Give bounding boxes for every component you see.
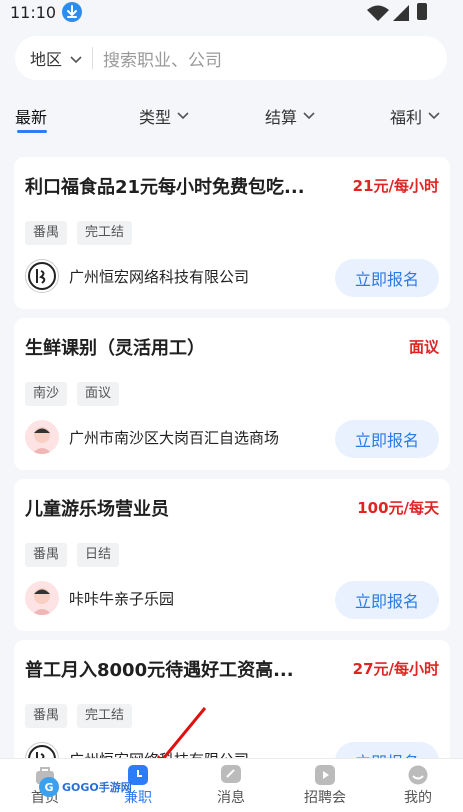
job-pay: 21元/每小时 (352, 177, 439, 195)
job-tag: 完工结 (77, 221, 133, 245)
face-icon (408, 765, 428, 785)
battery-icon (417, 3, 427, 20)
filter-tabs: 最新 类型 结算 福利 (0, 100, 463, 134)
watermark-text: GOGO手游网 (62, 781, 132, 794)
tab-latest[interactable]: 最新 (15, 104, 47, 128)
chevron-down-icon (303, 112, 315, 120)
company-avatar (25, 420, 59, 454)
tab-welfare[interactable]: 福利 (390, 104, 440, 128)
job-tag: 番禺 (25, 221, 68, 245)
download-icon (62, 2, 82, 22)
tab-type[interactable]: 类型 (139, 104, 189, 128)
play-icon (315, 765, 335, 785)
nav-jobfair[interactable]: 招聘会 (295, 765, 355, 807)
company-info: 广州恒宏网络科技有限公司 (25, 259, 249, 293)
nav-messages[interactable]: 消息 (201, 765, 261, 807)
job-title: 普工月入8000元待遇好工资高... (25, 660, 294, 681)
search-bar[interactable]: 地区 搜索职业、公司 (15, 36, 447, 80)
job-tag: 番禺 (25, 704, 68, 728)
apply-button[interactable]: 立即报名 (335, 581, 439, 619)
job-card[interactable]: 儿童游乐场营业员 100元/每天 番禺 日结 咔咔牛亲子乐园 立即报名 (14, 479, 450, 631)
tab-label: 结算 (265, 108, 298, 127)
search-divider (92, 47, 94, 69)
region-selector[interactable]: 地区 (30, 46, 62, 70)
search-input[interactable]: 搜索职业、公司 (103, 46, 222, 71)
company-info: 咔咔牛亲子乐园 (25, 581, 174, 615)
tab-label: 最新 (15, 108, 48, 127)
company-avatar (25, 581, 59, 615)
apply-button[interactable]: 立即报名 (335, 259, 439, 297)
job-pay: 27元/每小时 (352, 660, 439, 678)
chat-icon (221, 765, 241, 783)
svg-text:G: G (44, 781, 53, 794)
nav-label: 消息 (217, 790, 245, 806)
job-tag: 面议 (77, 382, 120, 406)
tab-label: 福利 (390, 108, 423, 127)
status-time: 11:10 (10, 3, 57, 22)
job-card[interactable]: 利口福食品21元每小时免费包吃... 21元/每小时 番禺 完工结 广州恒宏网络… (14, 157, 450, 309)
watermark-logo-icon: G (39, 777, 59, 797)
company-name: 广州市南沙区大岗百汇自选商场 (69, 428, 280, 447)
company-name: 咔咔牛亲子乐园 (69, 589, 175, 608)
nav-label: 招聘会 (304, 790, 346, 806)
job-title: 利口福食品21元每小时免费包吃... (25, 177, 305, 198)
tab-settlement[interactable]: 结算 (265, 104, 315, 128)
job-tag: 南沙 (25, 382, 68, 406)
job-title: 儿童游乐场营业员 (25, 499, 169, 520)
job-tag: 番禺 (25, 543, 68, 567)
chevron-down-icon (70, 49, 82, 68)
nav-profile[interactable]: 我的 (388, 765, 448, 807)
company-logo (25, 259, 59, 293)
company-info: 广州市南沙区大岗百汇自选商场 (25, 420, 279, 454)
chevron-down-icon (428, 112, 440, 120)
chevron-down-icon (177, 112, 189, 120)
job-pay: 面议 (408, 338, 439, 356)
job-card[interactable]: 生鲜课别（灵活用工） 面议 南沙 面议 广州市南沙区大岗百汇自选商场 立即报名 (14, 318, 450, 470)
status-bar: 11:10 (0, 0, 463, 26)
job-title: 生鲜课别（灵活用工） (25, 338, 205, 359)
job-tag: 完工结 (77, 704, 133, 728)
nav-label: 我的 (404, 790, 432, 806)
watermark: G GOGO手游网 (38, 776, 132, 798)
job-pay: 100元/每天 (357, 499, 439, 517)
active-tab-indicator (17, 130, 47, 133)
tab-label: 类型 (139, 108, 172, 127)
apply-button[interactable]: 立即报名 (335, 420, 439, 458)
company-name: 广州恒宏网络科技有限公司 (69, 267, 250, 286)
job-tag: 日结 (77, 543, 120, 567)
